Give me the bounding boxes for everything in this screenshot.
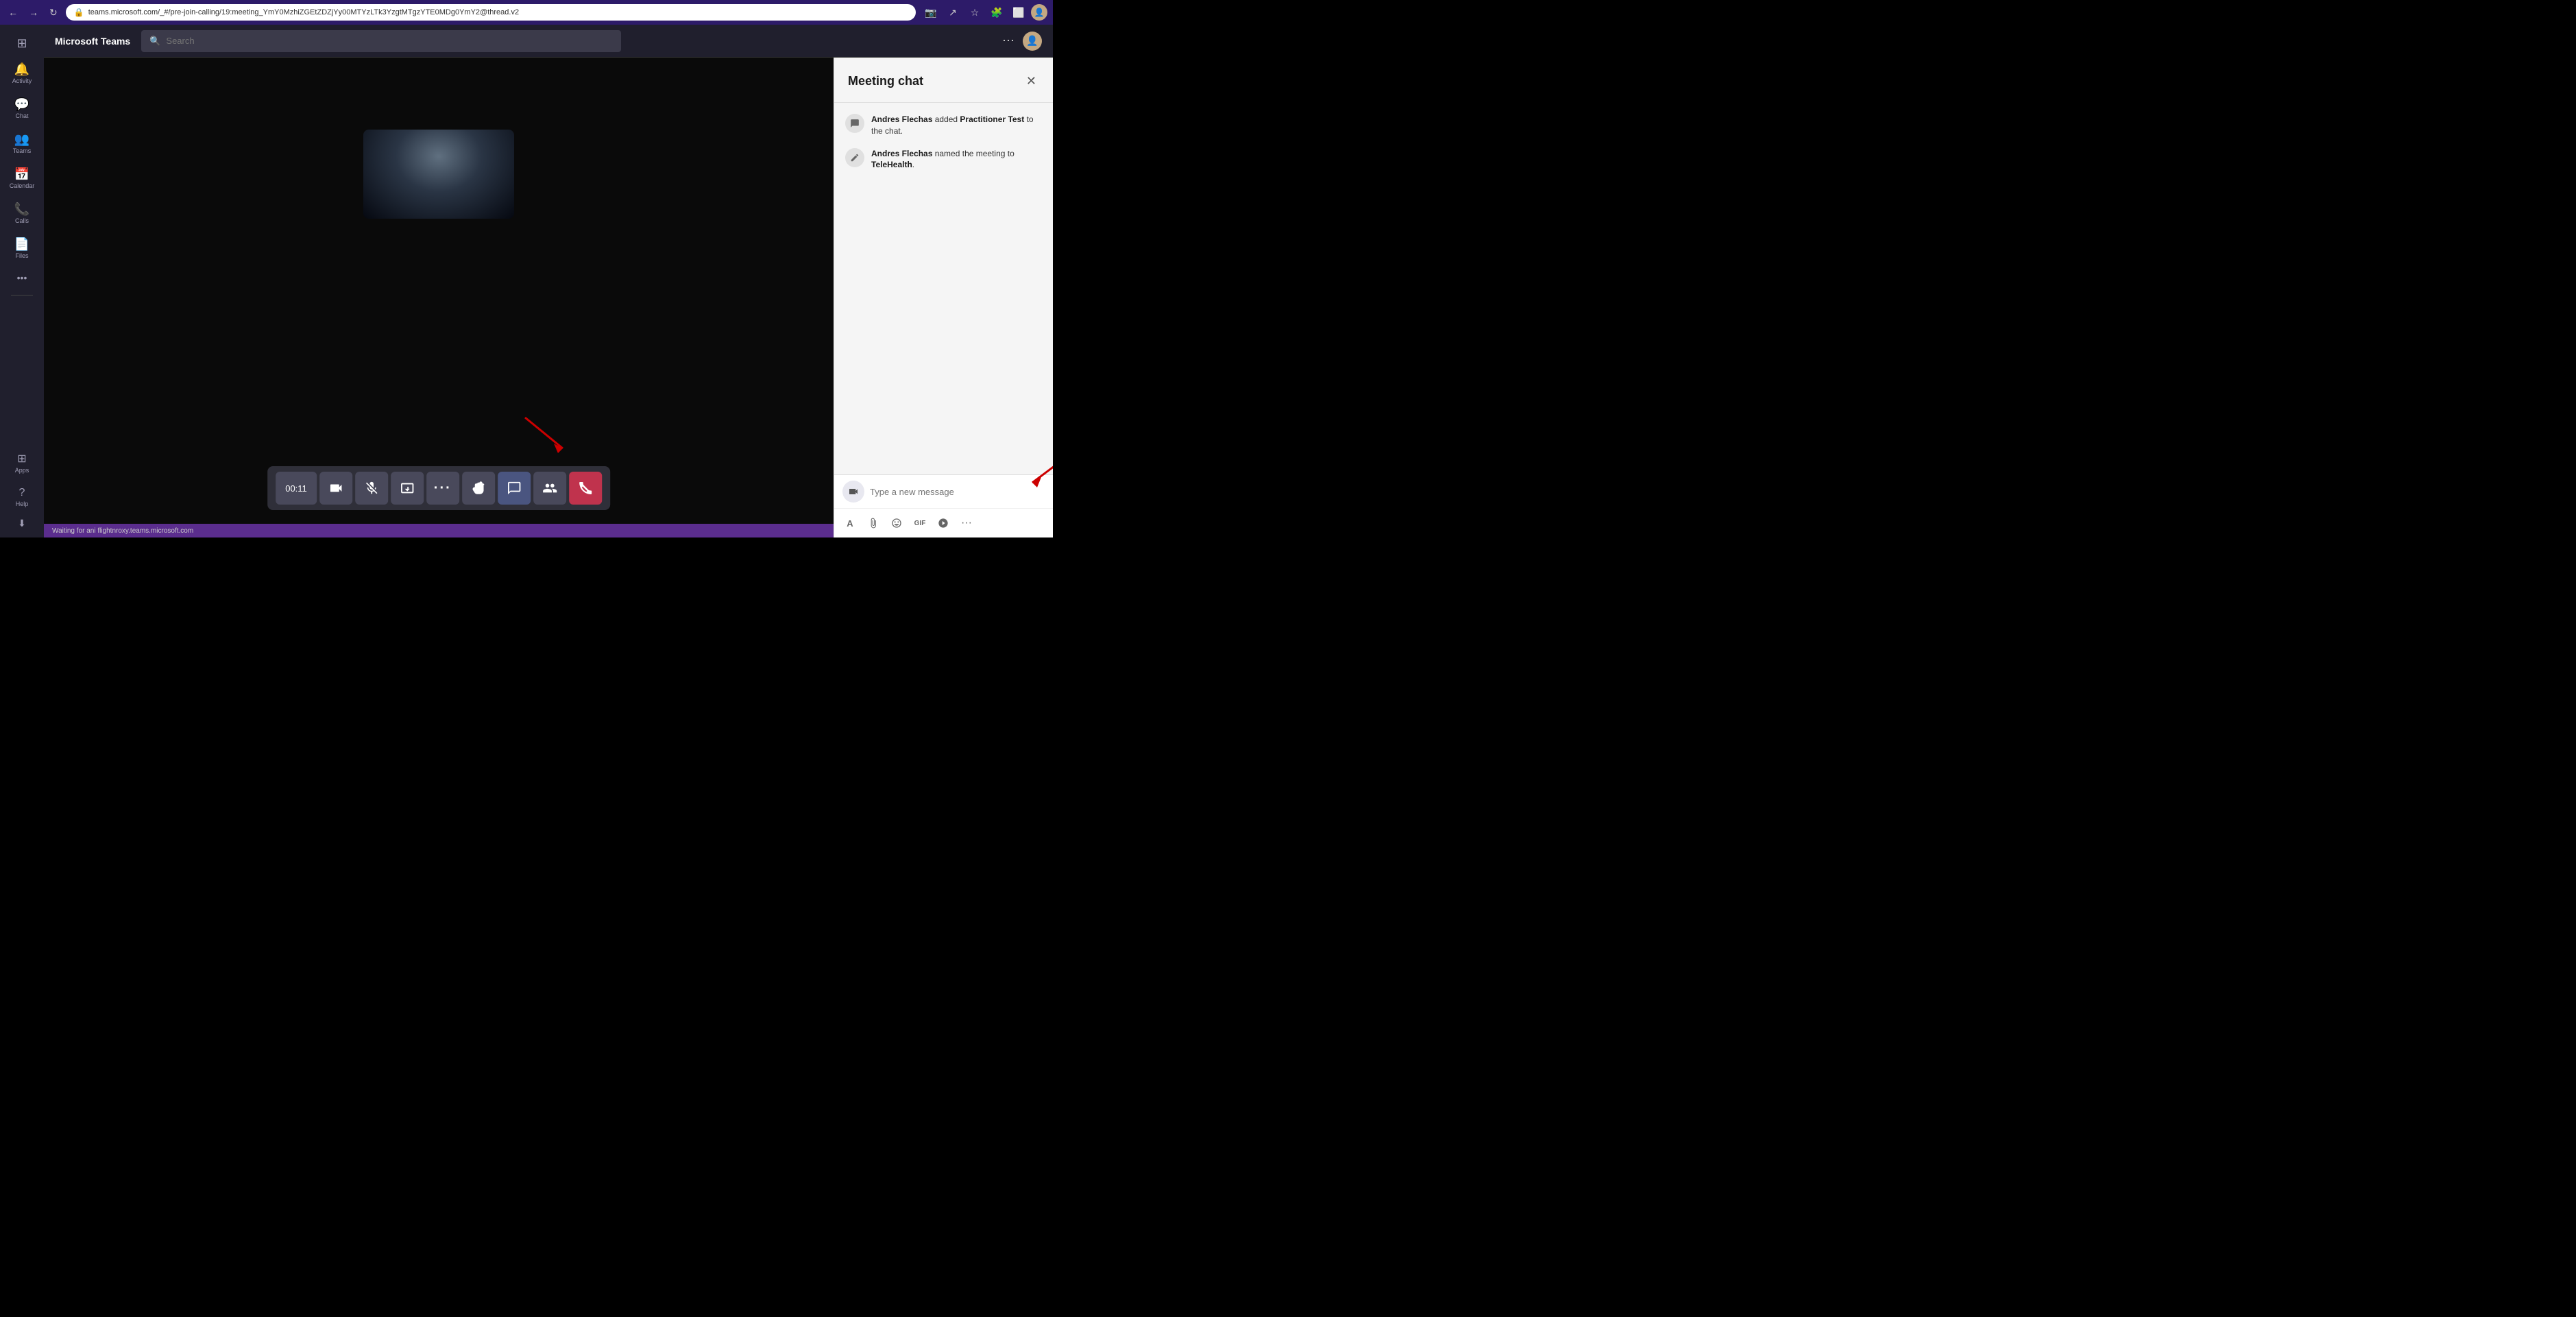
sidebar-item-files-label: Files — [15, 252, 28, 259]
calendar-icon: 📅 — [14, 168, 29, 180]
mute-button[interactable] — [355, 472, 388, 505]
camera-button[interactable] — [319, 472, 352, 505]
chat-panel: Meeting chat ✕ Andres Flechas added Prac… — [834, 58, 1053, 537]
video-area: 00:11 — [44, 58, 834, 537]
sidebar-item-activity[interactable]: 🔔 Activity — [0, 56, 44, 91]
browser-chrome: ← → ↻ 🔒 teams.microsoft.com/_#/pre-join-… — [0, 0, 1053, 25]
chat-messages: Andres Flechas added Practitioner Test t… — [834, 103, 1053, 474]
sidebar-item-download[interactable]: ⬇ — [0, 514, 44, 532]
sidebar-item-help[interactable]: ? Help — [0, 481, 44, 514]
chat-event-1-text: Andres Flechas added Practitioner Test t… — [871, 114, 1042, 137]
chat-event-1: Andres Flechas added Practitioner Test t… — [845, 114, 1042, 137]
video-preview — [363, 130, 514, 219]
chat-event-1-icon — [845, 114, 864, 133]
search-bar[interactable]: 🔍 — [141, 30, 621, 52]
sidebar-item-chat-label: Chat — [15, 112, 28, 119]
browser-forward-button[interactable]: → — [26, 4, 41, 21]
browser-url-bar[interactable]: 🔒 teams.microsoft.com/_#/pre-join-callin… — [66, 4, 916, 21]
browser-avatar[interactable]: 👤 — [1031, 4, 1047, 21]
video-preview-inner — [363, 130, 514, 219]
browser-back-button[interactable]: ← — [5, 4, 21, 21]
sidebar-item-calls[interactable]: 📞 Calls — [0, 196, 44, 231]
main-content: 00:11 — [44, 58, 1053, 537]
chat-close-button[interactable]: ✕ — [1023, 71, 1039, 91]
header-right: ⋯ 👤 — [999, 31, 1042, 51]
search-icon: 🔍 — [149, 36, 160, 47]
sidebar-item-waffle[interactable]: ⊞ — [0, 30, 44, 56]
sidebar-item-calendar[interactable]: 📅 Calendar — [0, 161, 44, 196]
browser-screenshot-button[interactable]: 📷 — [921, 3, 940, 22]
chat-event-2-text: Andres Flechas named the meeting to Tele… — [871, 148, 1042, 171]
sidebar-item-more[interactable]: ••• — [0, 266, 44, 289]
files-icon: 📄 — [14, 238, 29, 250]
participants-button[interactable] — [533, 472, 566, 505]
chat-sidebar-icon: 💬 — [14, 98, 29, 110]
waffle-icon: ⊞ — [16, 37, 27, 49]
end-call-button[interactable] — [569, 472, 602, 505]
sidebar-item-apps-label: Apps — [15, 467, 29, 474]
raise-hand-button[interactable] — [462, 472, 495, 505]
browser-extension-button[interactable]: 🧩 — [987, 3, 1006, 22]
chat-toolbar: A GIF — [834, 509, 1053, 537]
user-avatar[interactable]: 👤 — [1023, 32, 1042, 51]
share-screen-button[interactable] — [391, 472, 424, 505]
sidebar-item-chat[interactable]: 💬 Chat — [0, 91, 44, 126]
meeting-timer: 00:11 — [276, 472, 317, 505]
sidebar-item-files[interactable]: 📄 Files — [0, 231, 44, 266]
arrow-annotation — [518, 411, 573, 462]
chat-panel-title: Meeting chat — [848, 74, 923, 88]
header-more-button[interactable]: ⋯ — [999, 31, 1017, 51]
waiting-text: Waiting for ani flightnroxy.teams.micros… — [52, 527, 193, 535]
sidebar-item-help-label: Help — [16, 500, 29, 507]
sidebar-item-teams[interactable]: 👥 Teams — [0, 126, 44, 161]
chat-event-2: Andres Flechas named the meeting to Tele… — [845, 148, 1042, 171]
download-icon: ⬇ — [18, 518, 26, 528]
sidebar-item-apps[interactable]: ⊞ Apps — [0, 447, 44, 481]
sidebar-item-teams-label: Teams — [13, 147, 32, 154]
browser-refresh-button[interactable]: ↻ — [47, 4, 60, 21]
help-icon: ? — [19, 487, 25, 498]
more-options-button[interactable]: ··· — [426, 472, 459, 505]
teams-icon: 👥 — [14, 133, 29, 145]
gif-button[interactable]: GIF — [910, 513, 930, 533]
chat-video-icon[interactable] — [842, 481, 864, 503]
chat-input-area: A GIF — [834, 474, 1053, 537]
browser-share-button[interactable]: ↗ — [943, 3, 962, 22]
meeting-controls: 00:11 — [267, 466, 610, 510]
chat-input-row — [834, 475, 1053, 509]
browser-url-text: teams.microsoft.com/_#/pre-join-calling/… — [88, 8, 519, 16]
sidebar-item-calls-label: Calls — [15, 217, 29, 224]
search-input[interactable] — [166, 36, 613, 46]
chat-button[interactable] — [498, 472, 531, 505]
app-logo: Microsoft Teams — [55, 36, 130, 47]
sidebar-item-activity-label: Activity — [12, 77, 32, 84]
browser-actions: 📷 ↗ ☆ 🧩 ⬜ 👤 — [921, 3, 1047, 22]
sidebar: ⊞ 🔔 Activity 💬 Chat 👥 Teams 📅 Calendar 📞… — [0, 25, 44, 537]
sidebar-item-calendar-label: Calendar — [10, 182, 35, 189]
waiting-bar: Waiting for ani flightnroxy.teams.micros… — [44, 524, 834, 537]
sticker-button[interactable] — [933, 513, 953, 533]
calls-icon: 📞 — [14, 203, 29, 215]
more-dots-icon: ••• — [17, 273, 27, 282]
app-container: ⊞ 🔔 Activity 💬 Chat 👥 Teams 📅 Calendar 📞… — [0, 25, 1053, 537]
browser-bookmark-button[interactable]: ☆ — [965, 3, 984, 22]
chat-event-2-icon — [845, 148, 864, 167]
app-header: Microsoft Teams 🔍 ⋯ 👤 — [44, 25, 1053, 58]
apps-icon: ⊞ — [17, 454, 26, 465]
chat-header: Meeting chat ✕ — [834, 58, 1053, 103]
browser-sidebar-button[interactable]: ⬜ — [1009, 3, 1028, 22]
activity-icon: 🔔 — [14, 63, 29, 75]
sidebar-bottom: ⊞ Apps ? Help ⬇ — [0, 447, 44, 532]
toolbar-more-button[interactable]: ··· — [956, 513, 977, 533]
format-text-button[interactable]: A — [840, 513, 860, 533]
attach-file-button[interactable] — [863, 513, 884, 533]
emoji-button[interactable] — [886, 513, 907, 533]
new-message-input[interactable] — [870, 487, 1045, 497]
